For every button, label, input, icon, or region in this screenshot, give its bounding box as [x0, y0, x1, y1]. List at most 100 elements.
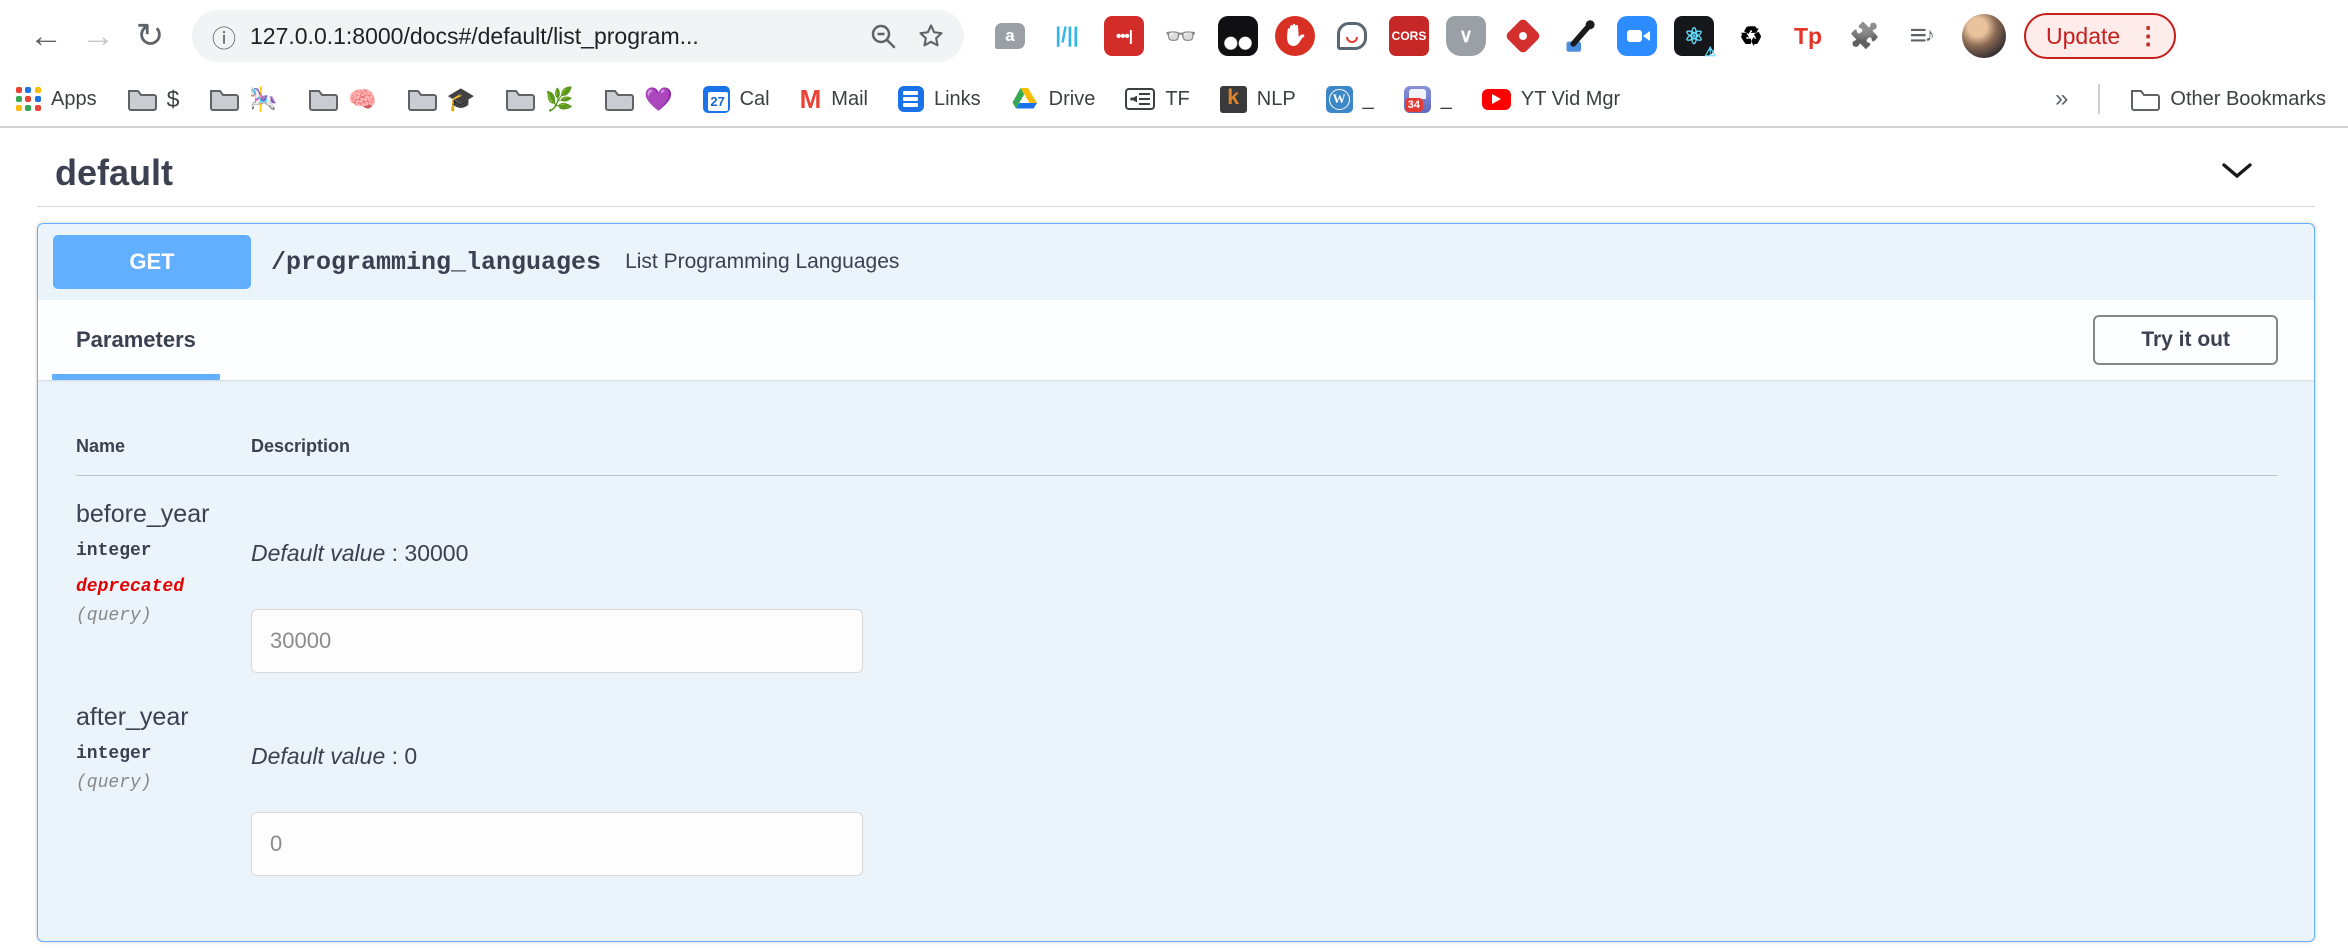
bookmark-calendar[interactable]: 27 Cal	[703, 86, 770, 113]
collapse-chevron-icon[interactable]	[2221, 162, 2253, 185]
parameter-type: integer	[76, 744, 251, 764]
extensions-row: a |/|| •••| 👓 ✋ CORS ∨ ⚛⚠ ♻ Tp 🧩 ≡♪	[990, 16, 1942, 56]
pocket-icon[interactable]: ∨	[1446, 16, 1486, 56]
after-year-input[interactable]	[251, 812, 863, 876]
other-bookmarks[interactable]: Other Bookmarks	[2130, 87, 2326, 111]
site-info-icon[interactable]: ⓘ	[212, 19, 236, 54]
bookmark-drive[interactable]: Drive	[1011, 86, 1096, 112]
parameter-location: (query)	[76, 606, 251, 626]
puzzle-icon[interactable]: 🧩	[1845, 16, 1885, 56]
drive-icon	[1011, 86, 1039, 112]
default-value: 30000	[404, 540, 468, 566]
default-value-line: Default value : 0	[251, 743, 2278, 770]
bookmark-folder-brain[interactable]: 🧠	[308, 86, 377, 113]
opblock-get: GET /programming_languages List Programm…	[37, 223, 2315, 942]
parameter-name: after_year	[76, 703, 251, 732]
bookmarks-divider	[2098, 84, 2100, 114]
bookmark-folder-carousel[interactable]: 🎠	[209, 86, 278, 113]
parameter-row-before-year: before_year integer deprecated (query) D…	[76, 476, 2278, 673]
swagger-docs-page: default GET /programming_languages List …	[0, 142, 2348, 948]
bookmark-folder-grad[interactable]: 🎓	[407, 86, 476, 113]
bookmark-folder-heart[interactable]: 💜	[604, 86, 673, 113]
opblock-summary[interactable]: GET /programming_languages List Programm…	[38, 224, 2314, 300]
bookmark-34[interactable]: 34 _	[1404, 86, 1452, 113]
bookmarks-overflow-chevron[interactable]: »	[2055, 85, 2068, 113]
tp-icon[interactable]: Tp	[1788, 16, 1828, 56]
bookmark-star-icon[interactable]	[914, 19, 948, 53]
folder-icon	[308, 87, 338, 111]
tag-section-header[interactable]: default	[37, 142, 2315, 207]
method-badge: GET	[53, 235, 251, 289]
chrome-update-button[interactable]: Update ⋮	[2024, 13, 2176, 59]
endpoint-path: /programming_languages	[271, 248, 601, 277]
apps-grid-icon	[16, 87, 41, 112]
react-devtools-icon[interactable]: ⚛⚠	[1674, 16, 1714, 56]
tf-annotation-icon	[1125, 88, 1155, 110]
zoom-out-icon[interactable]	[866, 19, 900, 53]
wordpress-icon: W	[1326, 86, 1353, 113]
bookmark-folder-herb[interactable]: 🌿	[505, 86, 574, 113]
default-value-label: Default value	[251, 743, 385, 769]
stop-hand-icon[interactable]: ✋	[1275, 16, 1315, 56]
default-value-label: Default value	[251, 540, 385, 566]
update-label: Update	[2046, 23, 2120, 50]
name-column-header: Name	[76, 436, 251, 457]
panda-icon[interactable]	[1218, 16, 1258, 56]
recycle-icon[interactable]: ♻	[1731, 16, 1771, 56]
endpoint-summary: List Programming Languages	[625, 250, 899, 274]
reload-icon[interactable]: ↻	[124, 10, 176, 62]
youtube-icon	[1482, 89, 1511, 110]
badge34-icon: 34	[1404, 86, 1431, 113]
red-diamond-icon[interactable]	[1503, 16, 1543, 56]
bookmark-tf[interactable]: TF	[1125, 88, 1189, 111]
parameter-type: integer	[76, 541, 251, 561]
keras-icon: k	[1220, 86, 1247, 113]
folder-icon	[209, 87, 239, 111]
deprecated-label: deprecated	[76, 577, 251, 597]
tally-lines-icon[interactable]: |/||	[1047, 16, 1087, 56]
3d-glasses-icon[interactable]: 👓	[1161, 16, 1201, 56]
color-picker-icon[interactable]	[1560, 16, 1600, 56]
try-it-out-button[interactable]: Try it out	[2093, 315, 2278, 365]
description-column-header: Description	[251, 436, 2278, 457]
folder-icon	[2130, 87, 2160, 111]
bookmarks-bar: Apps $ 🎠 🧠 🎓 🌿 💜 27 Cal M Mail Links	[0, 72, 2348, 128]
zoom-camera-icon[interactable]	[1617, 16, 1657, 56]
lastpass-icon[interactable]: •••|	[1104, 16, 1144, 56]
playlist-icon[interactable]: ≡♪	[1902, 16, 1942, 56]
bookmark-folder-money[interactable]: $	[127, 86, 180, 113]
forward-icon[interactable]: →	[72, 10, 124, 62]
parameter-row-after-year: after_year integer (query) Default value…	[76, 673, 2278, 876]
tag-title: default	[55, 152, 173, 194]
bookmark-wordpress[interactable]: W _	[1326, 86, 1374, 113]
cors-icon[interactable]: CORS	[1389, 16, 1429, 56]
tab-parameters[interactable]: Parameters	[76, 300, 196, 380]
before-year-input[interactable]	[251, 609, 863, 673]
bookmark-nlp[interactable]: k NLP	[1220, 86, 1296, 113]
folder-icon	[505, 87, 535, 111]
parameters-table: Name Description before_year integer dep…	[38, 380, 2314, 876]
back-icon[interactable]: ←	[20, 10, 72, 62]
url-text[interactable]: 127.0.0.1:8000/docs#/default/list_progra…	[250, 23, 699, 50]
bookmark-apps[interactable]: Apps	[16, 87, 97, 112]
address-bar[interactable]: ⓘ 127.0.0.1:8000/docs#/default/list_prog…	[192, 10, 964, 62]
gmail-icon: M	[800, 86, 822, 112]
parameter-location: (query)	[76, 773, 251, 793]
parameter-name: before_year	[76, 500, 251, 529]
chat-smile-icon[interactable]	[1332, 16, 1372, 56]
profile-avatar[interactable]	[1962, 14, 2006, 58]
translate-bubble-icon[interactable]: a	[990, 16, 1030, 56]
bookmark-links[interactable]: Links	[898, 86, 981, 112]
warning-badge-icon: ⚠	[1704, 44, 1716, 60]
bookmark-yt-vid-mgr[interactable]: YT Vid Mgr	[1482, 88, 1620, 111]
folder-icon	[127, 87, 157, 111]
browser-menu-icon[interactable]: ⋮	[2136, 22, 2160, 51]
default-value: 0	[404, 743, 417, 769]
bookmark-mail[interactable]: M Mail	[800, 86, 868, 112]
links-icon	[898, 86, 924, 112]
default-value-line: Default value : 30000	[251, 540, 2278, 567]
browser-toolbar: ← → ↻ ⓘ 127.0.0.1:8000/docs#/default/lis…	[0, 0, 2348, 72]
parameters-section-header: Parameters Try it out	[38, 300, 2314, 380]
folder-icon	[604, 87, 634, 111]
parameters-table-header: Name Description	[76, 410, 2278, 476]
